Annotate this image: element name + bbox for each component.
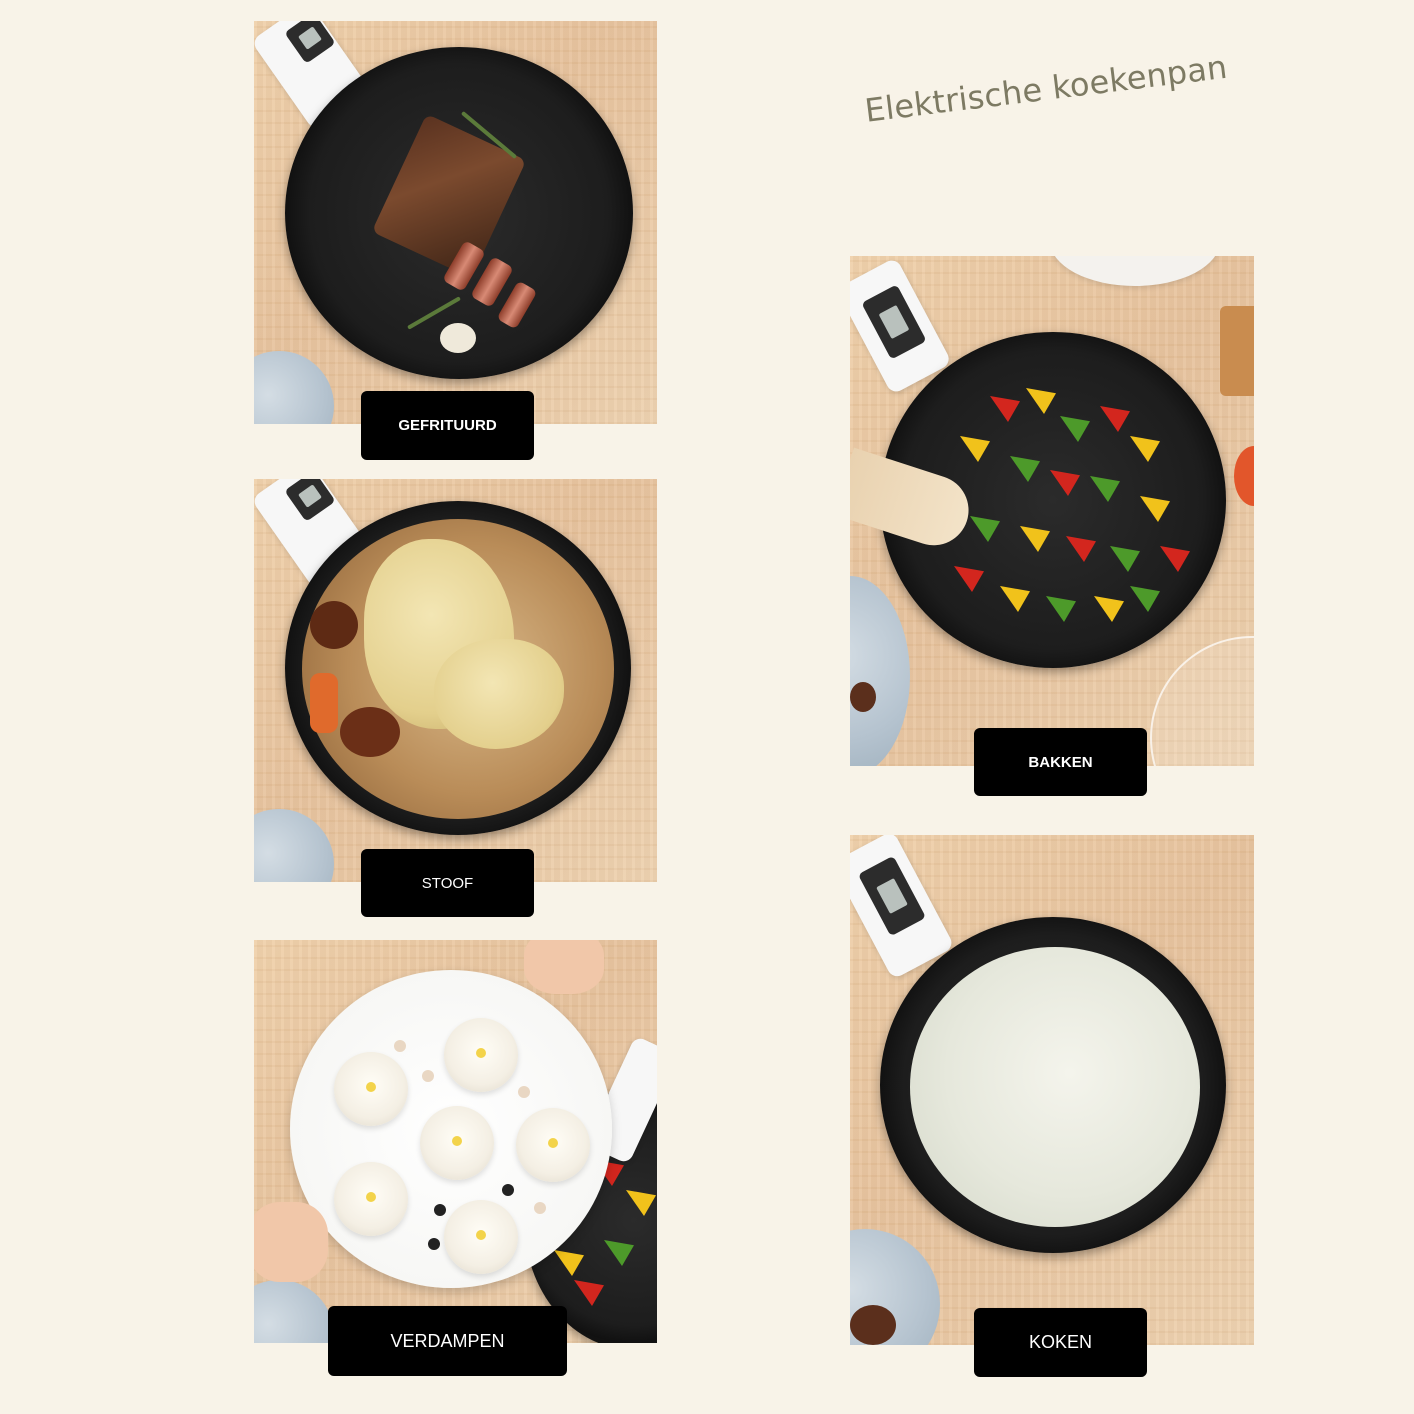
tile-cook [850,835,1254,1345]
carrot-image [310,673,338,733]
mushroom-image [340,707,400,757]
cutting-board-image [1220,306,1254,396]
label-stew: STOOF [361,849,534,917]
label-bake: BAKKEN [974,728,1147,796]
dumpling-image [334,1052,408,1126]
tile-stew [254,479,657,882]
page-title: Elektrische koekenpan [862,47,1230,130]
dumpling-image [334,1162,408,1236]
label-fried: GEFRITUURD [361,391,534,460]
steamer-hole [422,1070,434,1082]
steamer-hole [518,1086,530,1098]
dumpling-image [444,1018,518,1092]
steamer-hole [434,1204,446,1216]
dumpling-image [516,1108,590,1182]
label-cook: KOKEN [974,1308,1147,1377]
label-steam: VERDAMPEN [328,1306,567,1376]
hand-image [254,1202,328,1282]
tile-bake [850,256,1254,766]
steamer-hole [534,1202,546,1214]
garlic-image [440,323,476,353]
tile-steam [254,940,657,1343]
dumpling-image [444,1200,518,1274]
steamer-hole [394,1040,406,1052]
steamer-hole [428,1238,440,1250]
dumpling-image [420,1106,494,1180]
meat-image [850,1305,896,1345]
mushroom-image [310,601,358,649]
meat-image [850,682,876,712]
steamer-hole [502,1184,514,1196]
hand-image [524,940,604,994]
porridge-image [910,947,1200,1227]
tile-fried [254,21,657,424]
